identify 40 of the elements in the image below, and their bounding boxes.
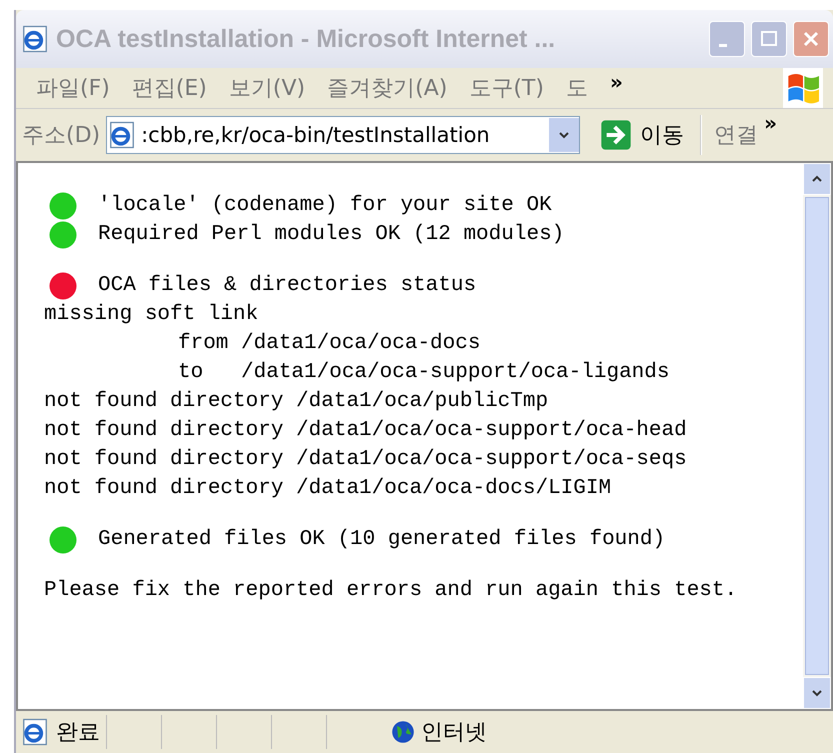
output-line: not found directory /data1/oca/oca-docs/LIGIM	[44, 477, 612, 500]
status-text: 완료	[56, 719, 100, 747]
output-line: Required Perl modules OK (12 modules)	[98, 223, 564, 246]
scroll-thumb[interactable]	[805, 197, 829, 675]
address-field[interactable]: :cbb,re,kr/oca-bin/testInstallation	[106, 116, 580, 154]
globe-icon	[391, 720, 415, 744]
output-line: Please fix the reported errors and run again this test.	[44, 579, 738, 602]
menu-item[interactable]: 편집(E)	[132, 73, 207, 103]
dropdown-button[interactable]	[549, 118, 580, 152]
menu-overflow-button[interactable]: »	[610, 70, 623, 94]
menu-item[interactable]: 즐겨찾기(A)	[327, 73, 448, 103]
menu-item[interactable]: 파일(F)	[36, 73, 110, 103]
output-line: from /data1/oca/oca-docs	[178, 332, 480, 355]
output-line: not found directory /data1/oca/oca-support/oca-seqs	[44, 448, 687, 471]
output-line: 'locale' (codename) for your site OK	[98, 194, 552, 217]
menu-item[interactable]: 도구(T)	[469, 73, 544, 103]
output-line: not found directory /data1/oca/oca-support/oca-head	[44, 419, 687, 442]
output-line: Generated files OK (10 generated files found)	[98, 528, 666, 551]
go-button[interactable]: 이동	[596, 119, 688, 151]
vertical-scrollbar[interactable]	[803, 163, 831, 709]
output-line: to /data1/oca/oca-support/oca-ligands	[178, 361, 670, 384]
scroll-up-button[interactable]	[803, 163, 831, 195]
menu-item[interactable]: 보기(V)	[228, 73, 306, 103]
maximize-icon	[759, 29, 779, 49]
zone-text: 인터넷	[421, 719, 487, 747]
minimize-icon	[719, 44, 727, 47]
windows-flag-icon	[783, 68, 823, 108]
page-icon	[20, 717, 50, 747]
output-line: not found directory /data1/oca/publicTmp	[44, 390, 548, 413]
scroll-down-button[interactable]	[803, 677, 831, 709]
arrow-right-icon	[600, 119, 632, 151]
output-line: OCA files & directories status	[98, 274, 476, 297]
output-line: missing soft link	[44, 303, 258, 326]
links-overflow-button[interactable]: »	[764, 111, 778, 135]
window-title: OCA testInstallation - Microsoft Internet ...	[56, 24, 556, 54]
links-button[interactable]: 연결	[714, 120, 758, 150]
browser-icon	[20, 24, 50, 54]
menu-item[interactable]: 도	[566, 73, 588, 103]
close-icon	[801, 29, 821, 49]
address-label: 주소(D)	[22, 122, 100, 150]
